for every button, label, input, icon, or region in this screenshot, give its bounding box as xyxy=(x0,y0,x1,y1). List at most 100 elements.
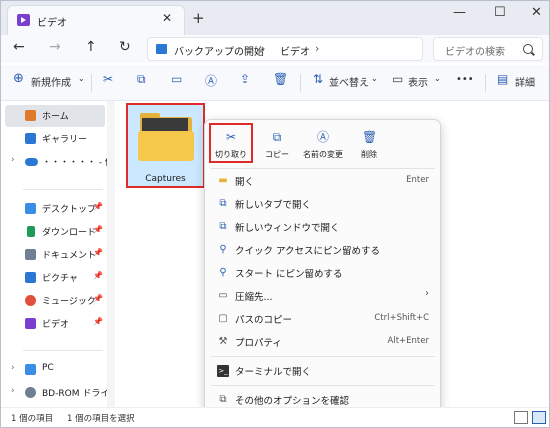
view-button[interactable]: 表示 xyxy=(408,74,428,89)
sidebar-item-gallery[interactable]: ギャラリー xyxy=(5,128,105,150)
sort-icon: ⇅ xyxy=(313,72,324,86)
view-icon: ▭ xyxy=(392,72,404,86)
details-view-icon[interactable] xyxy=(514,411,528,424)
sidebar-item-videos[interactable]: ビデオ 📌 xyxy=(5,313,105,335)
new-button[interactable]: 新規作成 xyxy=(31,74,71,89)
sidebar-divider xyxy=(23,189,103,190)
pin-icon: 📌 xyxy=(93,294,103,303)
chevron-right-icon[interactable]: › xyxy=(11,386,15,396)
breadcrumb-separator[interactable]: › xyxy=(261,42,265,55)
delete-action[interactable]: 🗑 削除 xyxy=(349,125,389,167)
menu-item-label: ターミナルで開く xyxy=(235,367,312,378)
menu-item-label: パスのコピー xyxy=(235,315,293,326)
rename-label: 名前の変更 xyxy=(303,150,343,159)
up-button[interactable]: ↑ xyxy=(85,39,97,55)
disc-icon xyxy=(25,387,36,398)
pictures-icon xyxy=(25,272,36,283)
menu-item-label: プロパティ xyxy=(235,338,282,349)
menu-item-open-new-window[interactable]: ⧉ 新しいウィンドウで開く xyxy=(209,216,437,238)
search-box[interactable]: ビデオの検索 xyxy=(433,37,543,61)
new-icon: ⊕ xyxy=(13,71,24,86)
video-folder-icon xyxy=(17,14,30,26)
navigation-pane: ホーム ギャラリー › ・・・・・・ - 個人用 デスクトップ 📌 ダウンロード… xyxy=(1,101,132,407)
menu-item-open[interactable]: ▬ 開く Enter xyxy=(209,170,437,192)
sidebar-item-pictures[interactable]: ピクチャ 📌 xyxy=(5,267,105,289)
close-button[interactable]: ✕ xyxy=(531,5,542,20)
menu-item-compress[interactable]: ▭ 圧縮先... › xyxy=(209,285,437,307)
minimize-button[interactable]: — xyxy=(453,5,466,20)
delete-icon: 🗑 xyxy=(362,130,378,144)
maximize-button[interactable]: ☐ xyxy=(494,5,506,20)
rename-action[interactable]: Ⓐ 名前の変更 xyxy=(299,125,347,167)
new-tab-button[interactable]: + xyxy=(192,9,205,27)
sidebar-item-pc[interactable]: › PC xyxy=(5,359,105,381)
menu-item-shortcut: Enter xyxy=(406,175,429,185)
sidebar-item-desktop[interactable]: デスクトップ 📌 xyxy=(5,198,105,220)
sidebar-item-label: ドキュメント xyxy=(42,251,97,261)
refresh-button[interactable]: ↻ xyxy=(119,39,131,55)
copy-action[interactable]: ⧉ コピー xyxy=(255,125,299,167)
address-bar[interactable]: バックアップの開始 › ビデオ › xyxy=(147,37,423,61)
sidebar-item-home[interactable]: ホーム xyxy=(5,105,105,127)
menu-divider xyxy=(211,385,435,386)
cut-icon: ✂ xyxy=(225,130,237,144)
download-icon xyxy=(27,226,35,237)
breadcrumb-backup[interactable]: バックアップの開始 xyxy=(174,43,264,58)
paste-icon[interactable]: ▭ xyxy=(171,72,182,86)
desktop-icon xyxy=(25,203,36,214)
delete-icon[interactable]: 🗑 xyxy=(273,72,288,86)
menu-item-label: 新しいタブで開く xyxy=(235,200,312,211)
folder-icon xyxy=(156,44,167,54)
sidebar-item-bd-rom[interactable]: › BD-ROM ドライブ xyxy=(5,382,118,404)
pin-icon: ⚲ xyxy=(219,267,227,278)
copy-icon[interactable]: ⧉ xyxy=(137,72,146,87)
sidebar-item-onedrive[interactable]: › ・・・・・・ - 個人用 xyxy=(5,151,132,173)
sidebar-item-label: ビデオ xyxy=(42,320,70,330)
sort-button[interactable]: 並べ替え xyxy=(329,74,369,89)
chevron-down-icon: ⌄ xyxy=(371,74,378,83)
back-button[interactable]: ← xyxy=(13,39,25,55)
cut-action[interactable]: ✂ 切り取り xyxy=(209,123,253,163)
cut-icon[interactable]: ✂ xyxy=(103,72,113,86)
sidebar-item-downloads[interactable]: ダウンロード 📌 xyxy=(5,221,105,243)
breadcrumb-separator[interactable]: › xyxy=(315,42,319,55)
menu-item-pin-start[interactable]: ⚲ スタート にピン留めする xyxy=(209,262,437,284)
sidebar-scrollbar[interactable] xyxy=(107,101,115,407)
new-tab-icon: ⧉ xyxy=(219,198,227,209)
status-bar: 1 個の項目 1 個の項目を選択 xyxy=(1,407,549,427)
file-explorer-window: ビデオ ✕ + — ☐ ✕ ← → ↑ ↻ バックアップの開始 › ビデオ › … xyxy=(0,0,550,428)
tab-close-icon[interactable]: ✕ xyxy=(162,11,172,25)
rename-icon[interactable]: Ⓐ xyxy=(205,72,217,89)
large-icons-view-icon[interactable] xyxy=(532,411,546,424)
more-options-button[interactable]: ••• xyxy=(456,74,474,85)
new-window-icon: ⧉ xyxy=(219,221,227,232)
menu-item-label: その他のオプションを確認 xyxy=(235,396,350,407)
share-icon[interactable]: ⇪ xyxy=(240,72,250,86)
menu-item-properties[interactable]: ⚒ プロパティ Alt+Enter xyxy=(209,331,437,353)
menu-divider xyxy=(211,168,435,169)
selection-count: 1 個の項目を選択 xyxy=(67,414,135,424)
breadcrumb-video[interactable]: ビデオ xyxy=(280,43,310,58)
sidebar-item-documents[interactable]: ドキュメント 📌 xyxy=(5,244,105,266)
tab-video[interactable]: ビデオ ✕ xyxy=(7,5,185,35)
folder-item-captures[interactable]: Captures xyxy=(126,103,205,188)
sidebar-item-label: ギャラリー xyxy=(42,135,88,145)
menu-item-open-new-tab[interactable]: ⧉ 新しいタブで開く xyxy=(209,193,437,215)
menu-item-pin-quick-access[interactable]: ⚲ クイック アクセスにピン留めする xyxy=(209,239,437,261)
terminal-icon: >_ xyxy=(217,365,229,377)
chevron-right-icon[interactable]: › xyxy=(11,155,15,165)
sidebar-item-label: デスクトップ xyxy=(42,205,97,215)
menu-divider xyxy=(211,356,435,357)
search-icon[interactable] xyxy=(523,44,533,54)
menu-item-copy-path[interactable]: ▢ パスのコピー Ctrl+Shift+C xyxy=(209,308,437,330)
home-icon xyxy=(25,110,36,121)
menu-item-label: 新しいウィンドウで開く xyxy=(235,223,340,234)
details-pane-icon: ▤ xyxy=(497,72,509,86)
details-button[interactable]: 詳細 xyxy=(515,74,535,89)
forward-button[interactable]: → xyxy=(49,39,61,55)
menu-item-label: 圧縮先... xyxy=(235,292,273,303)
sidebar-item-music[interactable]: ミュージック 📌 xyxy=(5,290,105,312)
video-icon xyxy=(25,318,36,329)
menu-item-open-terminal[interactable]: >_ ターミナルで開く xyxy=(209,360,437,382)
chevron-right-icon[interactable]: › xyxy=(11,363,15,373)
